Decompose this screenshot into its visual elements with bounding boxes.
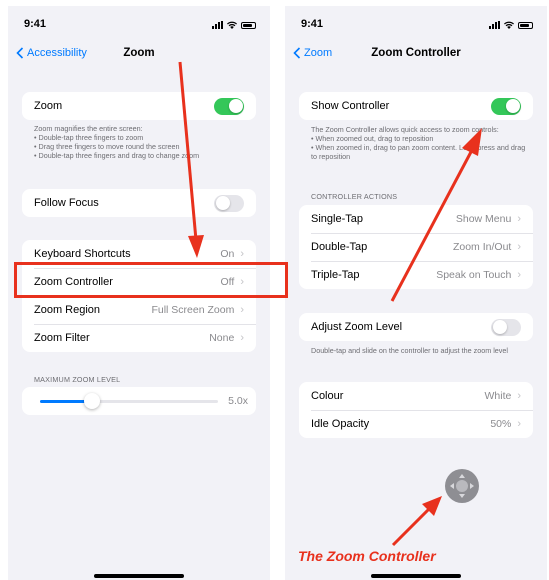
- annotation-arrows: [178, 61, 482, 547]
- arrow-to-controller-icon: [391, 496, 442, 547]
- caption-label: The Zoom Controller: [298, 548, 436, 564]
- arrow-to-show-controller: [390, 128, 482, 302]
- arrow-down-to-zoom-controller: [178, 61, 204, 258]
